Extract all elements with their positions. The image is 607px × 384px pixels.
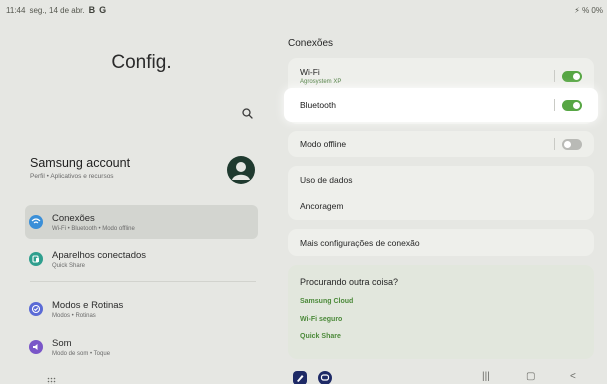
separator — [554, 138, 555, 150]
nav-item-conexoes[interactable]: Conexões Wi-Fi • Bluetooth • Modo offlin… — [25, 205, 258, 239]
pen-icon — [297, 375, 304, 382]
search-button[interactable] — [241, 107, 255, 121]
bluetooth-toggle[interactable] — [562, 100, 582, 111]
nav-item-label: Aparelhos conectados — [52, 249, 147, 261]
divider — [30, 281, 256, 282]
page-title: Config. — [111, 52, 172, 73]
separator — [554, 99, 555, 111]
wifi-row[interactable]: Wi-Fi Agrosystem XP — [288, 62, 594, 90]
status-indicators: ⚡ % 0% — [574, 5, 603, 15]
nav-item-label: Som — [52, 337, 72, 349]
status-time: 11:44 — [6, 5, 26, 15]
data-usage-label: Uso de dados — [300, 175, 353, 185]
more-connections-label: Mais configurações de conexão — [300, 237, 420, 248]
link-samsung-cloud[interactable]: Samsung Cloud — [300, 298, 353, 305]
search-icon — [242, 108, 253, 119]
app-icon-a[interactable] — [293, 371, 307, 384]
check-circle-icon — [29, 302, 43, 316]
nav-item-sub: Wi-Fi • Bluetooth • Modo offline — [52, 225, 135, 232]
recents-button[interactable]: ||| — [482, 371, 490, 382]
status-date: seg., 14 de abr. — [29, 5, 85, 15]
nav-item-label: Modos e Rotinas — [52, 299, 124, 311]
separator — [554, 70, 555, 82]
app-icon-b[interactable] — [318, 371, 332, 384]
nav-item-label: Conexões — [52, 212, 95, 224]
home-button[interactable]: ▢ — [526, 371, 535, 382]
samsung-account[interactable]: Samsung account Perfil • Aplicativos e r… — [30, 156, 260, 186]
back-button[interactable]: < — [570, 371, 576, 382]
more-connections-row[interactable]: Mais configurações de conexão — [288, 229, 594, 256]
offline-label: Modo offline — [300, 139, 347, 149]
grid-icon — [47, 377, 56, 384]
offline-toggle[interactable] — [562, 139, 582, 150]
offline-row[interactable]: Modo offline — [288, 131, 594, 157]
devices-icon — [29, 252, 43, 266]
avatar[interactable] — [227, 156, 255, 184]
wifi-icon — [29, 215, 43, 229]
app-drawer-button[interactable] — [47, 373, 56, 384]
nav-item-sub: Quick Share — [52, 262, 86, 269]
offline-card: Modo offline — [288, 131, 594, 157]
more-card: Mais configurações de conexão — [288, 229, 594, 256]
suggestions-title: Procurando outra coisa? — [300, 277, 399, 287]
pane-title: Conexões — [288, 38, 334, 49]
user-icon — [232, 162, 250, 180]
notification-icon-b: B — [88, 5, 96, 15]
data-card: Uso de dados Ancoragem — [288, 166, 594, 220]
bluetooth-row[interactable]: Bluetooth — [284, 88, 598, 122]
status-bar: 11:44 seg., 14 de abr. B G ⚡ % 0% — [0, 0, 607, 20]
message-icon — [320, 374, 330, 381]
tethering-row[interactable]: Ancoragem — [288, 194, 594, 218]
link-wifi-seguro[interactable]: Wi-Fi seguro — [300, 316, 342, 323]
wifi-toggle[interactable] — [562, 71, 582, 82]
data-usage-row[interactable]: Uso de dados — [288, 168, 594, 192]
account-name: Samsung account — [30, 156, 131, 170]
wifi-network: Agrosystem XP — [300, 79, 342, 85]
bluetooth-label: Bluetooth — [300, 100, 336, 110]
account-subtitle: Perfil • Aplicativos e recursos — [30, 173, 114, 180]
speaker-icon — [29, 340, 43, 354]
link-quick-share[interactable]: Quick Share — [300, 333, 341, 340]
tethering-label: Ancoragem — [300, 201, 344, 211]
nav-item-sub: Modo de som • Toque — [52, 350, 111, 357]
nav-item-aparelhos-conectados[interactable]: Aparelhos conectados Quick Share — [25, 242, 258, 276]
wifi-label: Wi-Fi — [300, 67, 320, 77]
nav-item-sub: Modos • Rotinas — [52, 312, 96, 319]
nav-item-som[interactable]: Som Modo de som • Toque — [25, 330, 258, 364]
nav-item-modos-rotinas[interactable]: Modos e Rotinas Modos • Rotinas — [25, 292, 258, 326]
notification-icon-g: G — [99, 5, 107, 15]
suggestions-card: Procurando outra coisa? Samsung Cloud Wi… — [288, 265, 594, 359]
